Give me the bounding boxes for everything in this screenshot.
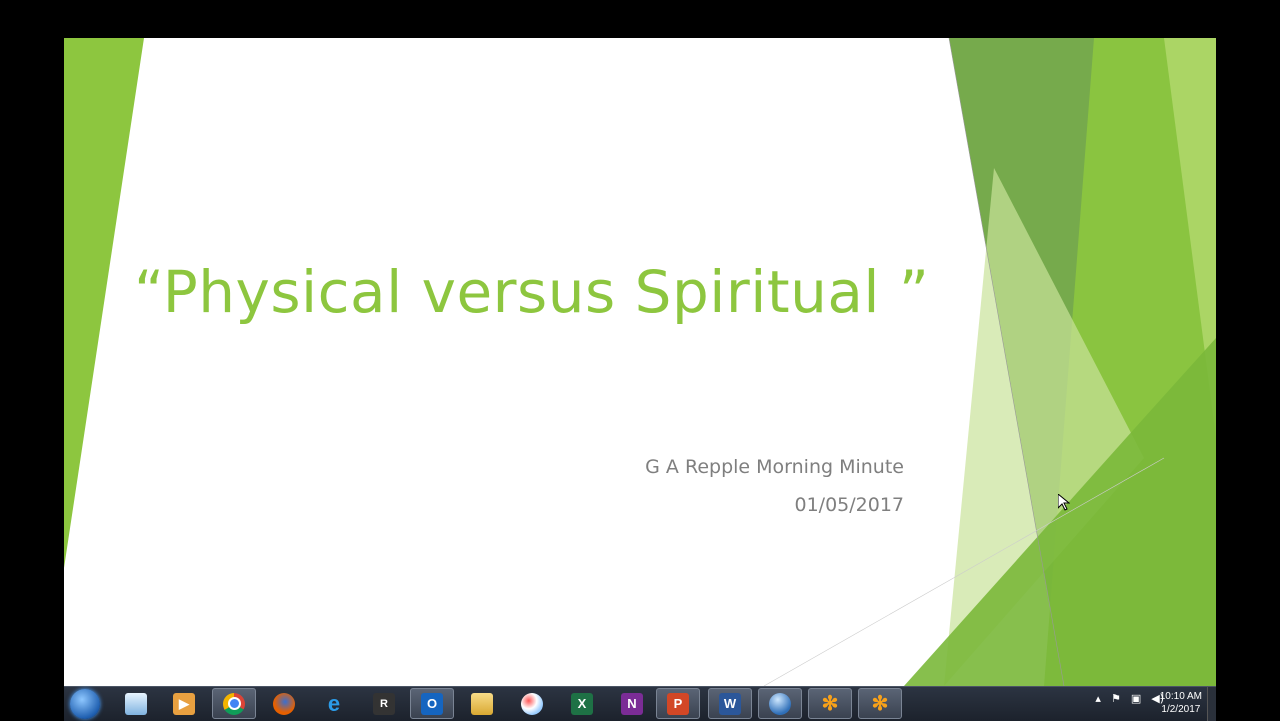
- network-icon: [769, 692, 791, 715]
- excel-icon: X: [571, 692, 593, 715]
- media-player-button[interactable]: ▶: [162, 688, 206, 719]
- firefox-button[interactable]: [262, 688, 306, 719]
- r-app-button[interactable]: R: [362, 688, 406, 719]
- paint-button[interactable]: [510, 688, 554, 719]
- slide-title: “Physical versus Spiritual ”: [134, 258, 930, 326]
- file-explorer-button[interactable]: [460, 688, 504, 719]
- flower-app-1-button[interactable]: ✻: [808, 688, 852, 719]
- powerpoint-button[interactable]: P: [656, 688, 700, 719]
- excel-button[interactable]: X: [560, 688, 604, 719]
- clock[interactable]: 10:10 AM 1/2/2017: [1160, 690, 1202, 716]
- network-app-button[interactable]: [758, 688, 802, 719]
- action-center-flag-icon[interactable]: ⚑: [1111, 692, 1121, 705]
- system-tray: ▴ ⚑ ▣ ◀): [1095, 692, 1164, 705]
- show-desktop-button[interactable]: [1207, 687, 1216, 721]
- powerpoint-icon: P: [667, 692, 689, 715]
- slide-subtitle: G A Repple Morning Minute: [645, 456, 904, 478]
- onenote-button[interactable]: N: [610, 688, 654, 719]
- chrome-icon: [223, 692, 245, 715]
- outlook-button[interactable]: O: [410, 688, 454, 719]
- notepad-button[interactable]: [114, 688, 158, 719]
- r-app-icon: R: [373, 692, 395, 715]
- firefox-icon: [273, 692, 295, 715]
- onenote-icon: N: [621, 692, 643, 715]
- word-icon: W: [719, 692, 741, 715]
- flower-app-2-button[interactable]: ✻: [858, 688, 902, 719]
- show-hidden-icons-icon[interactable]: ▴: [1095, 692, 1101, 705]
- start-button[interactable]: [70, 689, 100, 719]
- media-player-icon: ▶: [173, 692, 195, 715]
- clock-date: 1/2/2017: [1161, 704, 1201, 715]
- outlook-icon: O: [421, 692, 443, 715]
- internet-explorer-icon: e: [327, 690, 341, 716]
- word-button[interactable]: W: [708, 688, 752, 719]
- network-status-icon[interactable]: ▣: [1131, 692, 1141, 705]
- internet-explorer-button[interactable]: e: [312, 688, 356, 719]
- slide: “Physical versus Spiritual ” G A Repple …: [64, 38, 1216, 686]
- paint-icon: [521, 692, 543, 715]
- mouse-cursor-icon: [1058, 494, 1070, 511]
- chrome-button[interactable]: [212, 688, 256, 719]
- flower-icon: ✻: [821, 693, 839, 715]
- slide-decoration: [64, 38, 1216, 686]
- notepad-icon: [125, 692, 147, 715]
- clock-time: 10:10 AM: [1159, 691, 1202, 702]
- slide-date: 01/05/2017: [794, 494, 904, 516]
- taskbar: ▶ e R O X N P W ✻ ✻ ▴ ⚑ ▣ ◀) 10:10 AM 1/…: [64, 686, 1216, 721]
- flower-icon: ✻: [871, 693, 889, 715]
- folder-icon: [471, 692, 493, 715]
